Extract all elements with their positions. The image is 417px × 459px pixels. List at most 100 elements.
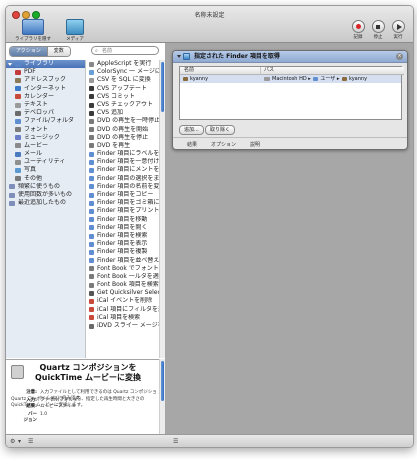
action-item[interactable]: CSV を SQL に変換 — [86, 76, 159, 84]
finder-items-table[interactable]: 名前 パス kyanny Macintosh HD ▸ ユーザ ▸ kyanny — [179, 66, 404, 120]
action-label: Finder 項目を一意付けする — [97, 158, 159, 166]
action-item[interactable]: Finder 項目を複製 — [86, 248, 159, 256]
action-item[interactable]: CVS 追加 — [86, 109, 159, 117]
action-icon — [89, 208, 94, 214]
category-item[interactable]: ライブラリ — [6, 60, 85, 69]
category-item[interactable]: カレンダー — [6, 93, 85, 101]
remove-button[interactable]: 取り除く — [205, 125, 236, 135]
action-icon — [89, 299, 94, 305]
action-item[interactable]: Font Book 一ルタを適用 — [86, 273, 159, 281]
action-item[interactable]: iCal イベントを削除 — [86, 297, 159, 305]
action-item[interactable]: Finder 項目をコピー — [86, 191, 159, 199]
action-label: CVS 追加 — [97, 109, 124, 117]
category-item[interactable]: ファイル/フォルダ — [6, 117, 85, 125]
category-label: 最近追加したもの — [18, 199, 67, 207]
action-item[interactable]: Finder 項目を検索 — [86, 232, 159, 240]
action-item[interactable]: Get Quicksilver Selection — [86, 289, 159, 297]
run-button[interactable]: 実行 — [388, 20, 408, 40]
media-button[interactable]: メディア — [62, 19, 88, 42]
action-item[interactable]: Font Book 項目を検索 — [86, 281, 159, 289]
category-item[interactable]: メール — [6, 150, 85, 158]
tab-options[interactable]: オプション — [211, 141, 236, 148]
category-item[interactable]: フォント — [6, 126, 85, 134]
action-label: DVD の再生を開始 — [97, 125, 149, 133]
action-item[interactable]: iCal 項目を検索 — [86, 314, 159, 322]
stop-button[interactable]: 停止 — [368, 20, 388, 40]
category-item[interactable]: 最近追加したもの — [6, 199, 85, 207]
action-item[interactable]: iDVD スライ一 メージを取得 — [86, 322, 159, 330]
category-item[interactable]: ユーティリティ — [6, 158, 85, 166]
action-item[interactable]: Finder 項目にメントを設定 — [86, 166, 159, 174]
close-action-icon[interactable]: × — [396, 53, 403, 60]
disclosure-triangle-icon[interactable] — [177, 55, 181, 58]
action-item[interactable]: Finder 項目の選択をまとめる — [86, 175, 159, 183]
tab-results[interactable]: 結果 — [187, 141, 197, 148]
action-item[interactable]: Finder 項目を開く — [86, 224, 159, 232]
action-item[interactable]: Finder 項目を表示 — [86, 240, 159, 248]
category-item[interactable]: デベロッパ — [6, 109, 85, 117]
action-item[interactable]: CVS コミット — [86, 93, 159, 101]
action-item[interactable]: AppleScript を実行 — [86, 60, 159, 68]
category-item[interactable]: ムービー — [6, 142, 85, 150]
category-icon — [15, 168, 21, 174]
tab-actions[interactable]: アクション — [10, 47, 47, 56]
disclosure-triangle-icon[interactable] — [8, 62, 12, 66]
hide-library-label: ライブラリを隠す — [15, 37, 51, 42]
action-item[interactable]: Font Book でフォントを選択 — [86, 265, 159, 273]
hide-library-button[interactable]: ライブラリを隠す — [10, 19, 56, 42]
action-item[interactable]: Finder 項目を並べ替える — [86, 257, 159, 265]
category-icon — [15, 77, 21, 83]
category-item[interactable]: その他 — [6, 175, 85, 183]
action-tabs: 結果 オプション 説明 — [173, 137, 407, 149]
list-view-icon[interactable]: ☰ — [28, 438, 33, 445]
action-label: Finder 項目の名前を変更 — [97, 182, 159, 190]
action-item[interactable]: ColorSync 一 メージに適用 — [86, 68, 159, 76]
chevron-down-icon[interactable]: ▾ — [18, 438, 21, 445]
category-icon — [15, 102, 21, 108]
action-item[interactable]: Finder 項目をプリント — [86, 207, 159, 215]
action-item[interactable]: Finder 項目を一意付けする — [86, 158, 159, 166]
action-item[interactable]: DVD の再生を開始 — [86, 126, 159, 134]
category-item[interactable]: アドレスブック — [6, 76, 85, 84]
category-icon — [15, 159, 21, 165]
run-label: 実行 — [393, 35, 403, 40]
action-icon — [89, 168, 94, 174]
record-button[interactable]: 記録 — [348, 20, 368, 40]
category-item[interactable]: 写真 — [6, 166, 85, 174]
action-label: CSV を SQL に変換 — [97, 76, 151, 84]
column-name[interactable]: 名前 — [180, 67, 261, 75]
action-item[interactable]: Finder 項目を移動 — [86, 216, 159, 224]
search-input[interactable] — [102, 47, 157, 54]
category-item[interactable]: 使用回数が多いもの — [6, 191, 85, 199]
tab-description[interactable]: 説明 — [250, 141, 260, 148]
category-item[interactable]: PDF — [6, 68, 85, 76]
add-button[interactable]: 追加... — [179, 125, 204, 135]
action-list-scrollbar[interactable] — [159, 60, 165, 358]
gear-icon[interactable]: ⚙ — [10, 438, 15, 445]
category-item[interactable]: ミュージック — [6, 134, 85, 142]
action-item[interactable]: CVS アップデート — [86, 85, 159, 93]
search-field[interactable]: ⌕ — [91, 46, 159, 55]
category-item[interactable]: 頻繁に使うもの — [6, 183, 85, 191]
category-item[interactable]: テキスト — [6, 101, 85, 109]
category-icon — [9, 200, 15, 206]
action-item[interactable]: iCal 項目にフィルタを適用 — [86, 306, 159, 314]
category-label: ライブラリ — [24, 60, 55, 67]
action-icon — [89, 143, 94, 149]
tab-variables[interactable]: 変数 — [46, 47, 70, 56]
action-item[interactable]: Finder 項目をゴミ箱に入れる — [86, 199, 159, 207]
action-label: Finder 項目を並べ替える — [97, 256, 159, 264]
field-label: ジョン — [23, 418, 38, 423]
category-item[interactable]: インターネット — [6, 85, 85, 93]
action-item[interactable]: DVD を再生 — [86, 142, 159, 150]
action-item[interactable]: Finder 項目にラベルを適用 — [86, 150, 159, 158]
log-view-icon[interactable]: ☰ — [173, 438, 178, 445]
action-item[interactable]: DVD の再生を一時停止 — [86, 117, 159, 125]
action-item[interactable]: DVD の再生を停止 — [86, 134, 159, 142]
action-label: Finder 項目を表示 — [97, 240, 148, 248]
column-path[interactable]: パス — [261, 67, 404, 75]
home-icon — [183, 76, 188, 81]
action-item[interactable]: Finder 項目の名前を変更 — [86, 183, 159, 191]
action-icon — [89, 217, 94, 223]
action-item[interactable]: CVS チェックアウト — [86, 101, 159, 109]
